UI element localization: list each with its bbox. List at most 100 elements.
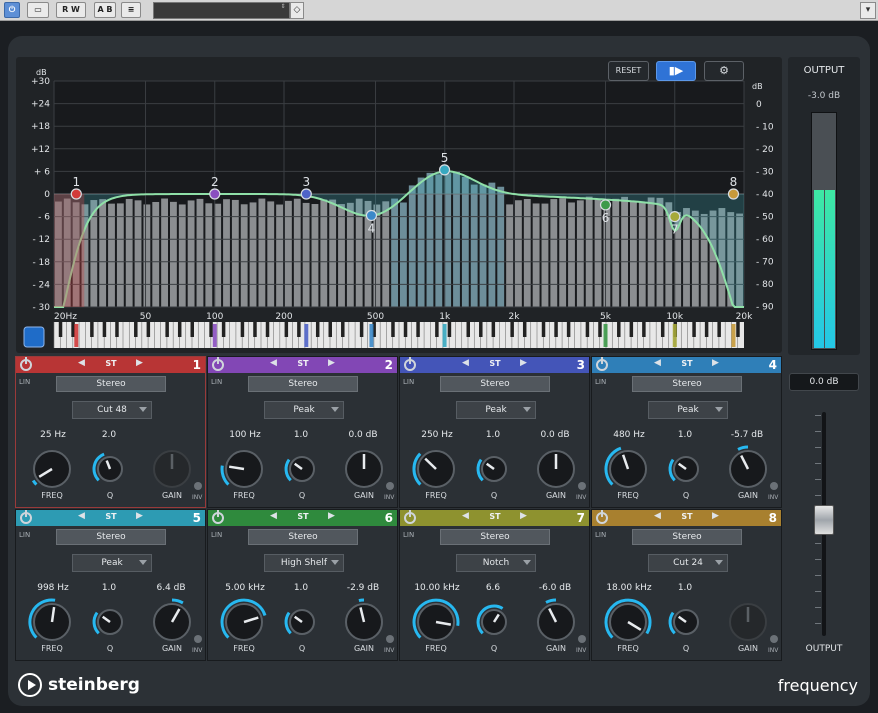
output-gain-field[interactable]: 0.0 dB [789,373,859,391]
band-prev-arrow-icon[interactable]: ◀ [270,358,277,368]
q-knob[interactable] [668,451,704,487]
compare-button[interactable]: ▭ [27,2,49,18]
band-next-arrow-icon[interactable]: ▶ [520,511,527,521]
band-power-icon[interactable] [404,510,416,524]
stereo-tab[interactable]: Stereo [56,529,166,545]
linear-phase-toggle[interactable]: LIN [211,378,222,386]
linear-phase-toggle[interactable]: LIN [19,378,30,386]
band-prev-arrow-icon[interactable]: ◀ [78,511,85,521]
band-prev-arrow-icon[interactable]: ◀ [654,358,661,368]
keyboard-toggle-button[interactable] [23,326,45,348]
band-power-icon[interactable] [212,510,224,524]
filter-type-select[interactable]: Cut 48 [72,401,152,419]
gain-knob[interactable] [148,598,196,646]
filter-type-select[interactable]: Cut 24 [648,554,728,572]
freq-knob[interactable] [220,445,268,493]
band-prev-arrow-icon[interactable]: ◀ [270,511,277,521]
stereo-tab[interactable]: Stereo [632,376,742,392]
eq-node-7[interactable] [669,211,681,223]
invert-gain-toggle[interactable] [578,635,586,643]
stereo-tab[interactable]: Stereo [56,376,166,392]
stereo-tab[interactable]: Stereo [632,529,742,545]
band-stereo-mode[interactable]: ST [672,512,702,521]
eq-node-6[interactable] [599,199,612,211]
freq-knob[interactable] [412,445,460,493]
filter-type-select[interactable]: Notch [456,554,536,572]
q-knob[interactable] [668,604,704,640]
freq-knob[interactable] [604,445,652,493]
preset-name-field[interactable]: ⇕ [153,2,290,19]
settings-button[interactable]: ⚙ [704,61,744,81]
band-next-arrow-icon[interactable]: ▶ [712,511,719,521]
freq-knob[interactable] [28,598,76,646]
band-stereo-mode[interactable]: ST [96,512,126,521]
band-stereo-mode[interactable]: ST [288,512,318,521]
invert-gain-toggle[interactable] [194,482,202,490]
band-next-arrow-icon[interactable]: ▶ [712,358,719,368]
band-power-icon[interactable] [596,510,608,524]
band-power-icon[interactable] [212,357,224,371]
gain-knob[interactable] [532,445,580,493]
eq-node-8[interactable] [727,188,740,200]
band-next-arrow-icon[interactable]: ▶ [328,511,335,521]
filter-type-select[interactable]: Peak [264,401,344,419]
filter-type-select[interactable]: High Shelf [264,554,344,572]
band-stereo-mode[interactable]: ST [480,359,510,368]
gain-knob[interactable] [340,598,388,646]
band-next-arrow-icon[interactable]: ▶ [328,358,335,368]
band-prev-arrow-icon[interactable]: ◀ [462,358,469,368]
gain-knob[interactable] [532,598,580,646]
stereo-tab[interactable]: Stereo [248,529,358,545]
gain-knob[interactable] [724,445,772,493]
q-knob[interactable] [92,604,128,640]
q-knob[interactable] [284,604,320,640]
gain-knob[interactable] [340,445,388,493]
linear-phase-toggle[interactable]: LIN [211,531,222,539]
ab-compare-button[interactable]: A B [94,2,116,18]
q-knob[interactable] [476,604,512,640]
band-next-arrow-icon[interactable]: ▶ [520,358,527,368]
freq-knob[interactable] [412,598,460,646]
band-power-icon[interactable] [404,357,416,371]
filter-type-select[interactable]: Peak [456,401,536,419]
invert-gain-toggle[interactable] [386,635,394,643]
freq-knob[interactable] [28,445,76,493]
band-stereo-mode[interactable]: ST [288,359,318,368]
linear-phase-toggle[interactable]: LIN [595,531,606,539]
toolbar-dropdown-icon[interactable]: ▾ [860,2,876,19]
freq-knob[interactable] [604,598,652,646]
reset-button[interactable]: RESET [608,61,649,81]
stereo-tab[interactable]: Stereo [440,376,550,392]
read-write-button[interactable]: R W [56,2,86,18]
eq-node-2[interactable] [209,188,221,200]
invert-gain-toggle[interactable] [194,635,202,643]
eq-node-4[interactable] [365,209,378,222]
q-knob[interactable] [92,451,128,487]
eq-node-1[interactable] [70,188,82,200]
linear-phase-toggle[interactable]: LIN [403,378,414,386]
band-next-arrow-icon[interactable]: ▶ [136,511,143,521]
q-knob[interactable] [476,451,512,487]
band-stereo-mode[interactable]: ST [96,359,126,368]
band-stereo-mode[interactable]: ST [672,359,702,368]
filter-type-select[interactable]: Peak [648,401,728,419]
stereo-tab[interactable]: Stereo [248,376,358,392]
invert-gain-toggle[interactable] [770,635,778,643]
linear-phase-toggle[interactable]: LIN [403,531,414,539]
preset-browser-icon[interactable]: ◇ [290,2,304,19]
band-power-icon[interactable] [596,357,608,371]
eq-graph[interactable]: +30 +24 +18 +12 + 6 0 - 6 - 12 - 18 - 24 - 30 dB dB 0… [16,57,782,353]
preset-stepper[interactable]: ⇕ [279,4,287,17]
invert-gain-toggle[interactable] [770,482,778,490]
invert-gain-toggle[interactable] [386,482,394,490]
linear-phase-toggle[interactable]: LIN [19,531,30,539]
linear-phase-toggle[interactable]: LIN [595,378,606,386]
band-next-arrow-icon[interactable]: ▶ [136,358,143,368]
band-prev-arrow-icon[interactable]: ◀ [654,511,661,521]
eq-node-3[interactable] [300,188,312,200]
eq-node-5[interactable] [438,164,451,176]
freq-knob[interactable] [220,598,268,646]
band-power-icon[interactable] [20,510,32,524]
band-prev-arrow-icon[interactable]: ◀ [78,358,85,368]
band-power-icon[interactable] [20,357,32,371]
